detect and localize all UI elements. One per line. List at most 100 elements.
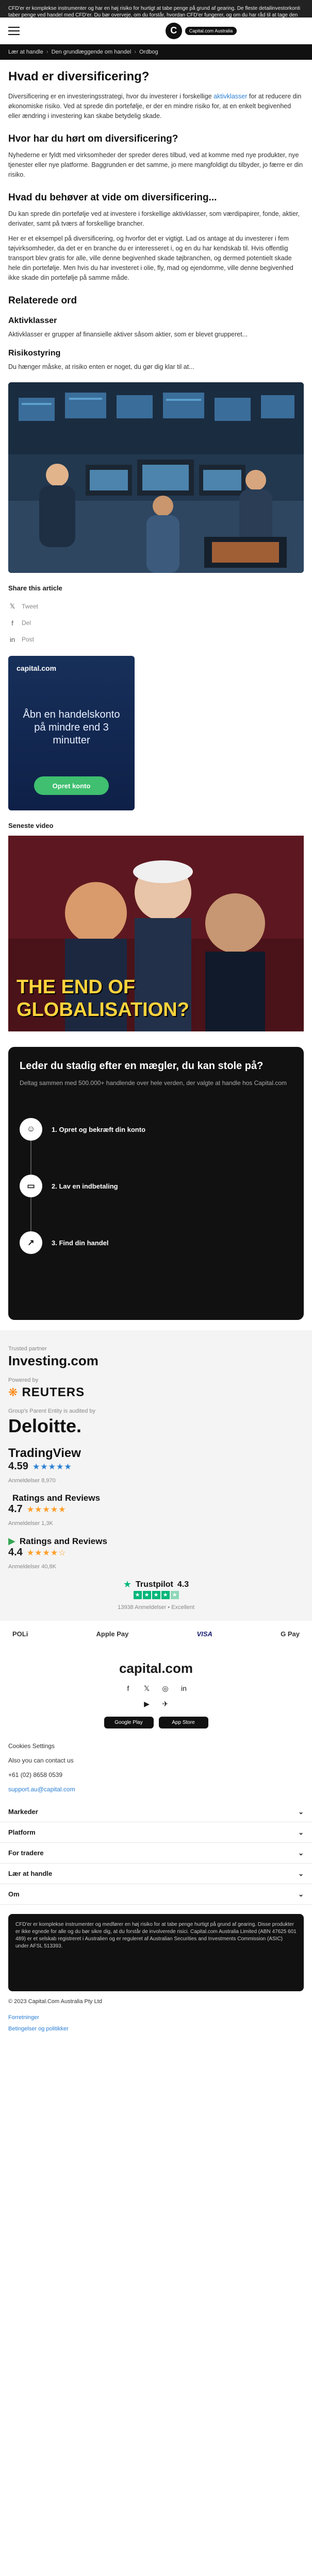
legal-link[interactable]: Betingelser og politikker (8, 2023, 304, 2035)
steps-title: Leder du stadig efter en mægler, du kan … (20, 1060, 264, 1072)
cookie-settings-link[interactable]: Cookies Settings (8, 1739, 304, 1753)
deloitte-logo: Deloitte. (8, 1415, 82, 1436)
chevron-right-icon: › (46, 49, 48, 55)
step-item: ▭ 2. Lav en indbetaling (20, 1158, 292, 1235)
accordion-platform[interactable]: Platform ⌄ (0, 1822, 312, 1843)
footer: capital.com f 𝕏 ◎ in ▶ ✈ Google Play App… (0, 1660, 312, 2045)
section-heading: Hvor har du hørt om diversificering? (8, 133, 178, 144)
linkedin-icon[interactable]: in (178, 1683, 190, 1694)
twitter-icon[interactable]: 𝕏 (141, 1683, 153, 1694)
related-term-text: Du hænger måske, at risiko enten er noge… (8, 363, 194, 370)
logo[interactable]: C Capital.com Australia (165, 22, 237, 39)
breadcrumb-item[interactable]: Ordbog (139, 49, 158, 55)
youtube-icon[interactable]: ▶ (141, 1698, 153, 1709)
footer-logo[interactable]: capital.com (0, 1660, 312, 1676)
audit-label: Group's Parent Entity is audited by (8, 1408, 96, 1414)
phone-link[interactable]: +61 (02) 8658 0539 (8, 1768, 304, 1782)
menu-icon[interactable] (8, 26, 20, 35)
social-links-row-2: ▶ ✈ (0, 1698, 312, 1709)
app-store-badges: Google Play App Store (0, 1717, 312, 1728)
instagram-icon[interactable]: ◎ (160, 1683, 171, 1694)
tradingview-score: 4.59 (8, 1461, 28, 1472)
signup-ad[interactable]: capital.com Åbn en handelskonto på mindr… (8, 656, 135, 810)
trading-floor-illustration (8, 382, 304, 573)
facebook-icon: f (11, 619, 13, 627)
page-title: Hvad er diversificering? (8, 70, 150, 83)
app-store-rating: Ratings and Reviews 4.7 ★★★★★ Anmeldelser… (8, 1493, 304, 1527)
chevron-down-icon: ⌄ (298, 1828, 304, 1836)
social-links: f 𝕏 ◎ in (0, 1683, 312, 1694)
chart-icon: ↗ (20, 1231, 42, 1254)
broker-steps-card: Leder du stadig efter en mægler, du kan … (8, 1047, 304, 1320)
google-count: Anmeldelser 40,8K (8, 1564, 56, 1570)
chevron-down-icon: ⌄ (298, 1869, 304, 1877)
asset-classes-link[interactable]: aktivklasser (214, 93, 247, 100)
legal-disclaimer: CFD'er er komplekse instrumenter og medf… (8, 1914, 304, 1991)
accordion-learn[interactable]: Lær at handle ⌄ (0, 1863, 312, 1884)
tradingview-logo: TradingView (8, 1446, 81, 1460)
apple-score: 4.7 (8, 1503, 23, 1515)
step-label: 3. Find din handel (52, 1239, 109, 1247)
star-rating-icon: ★★★★★ (26, 1505, 67, 1514)
share-linkedin[interactable]: in Post (8, 631, 304, 648)
legal-link[interactable]: Forretninger (8, 2012, 304, 2023)
trustpilot-star-icon: ★ (123, 1579, 132, 1589)
share-facebook[interactable]: f Del (8, 615, 304, 631)
apple-count: Anmeldelser 1,3K (8, 1520, 53, 1527)
powered-label: Powered by (8, 1377, 39, 1383)
step-label: 1. Opret og bekræft din konto (52, 1125, 146, 1133)
trustpilot-count: 13938 Anmeldelser • Excellent (118, 1604, 194, 1611)
apple-pay-logo: Apple Pay (96, 1630, 129, 1638)
google-play-rating: ▶ Ratings and Reviews 4.4 ★★★★☆ Anmeldelse… (8, 1536, 304, 1570)
accordion-traders[interactable]: For tradere ⌄ (0, 1843, 312, 1863)
star-rating-icon: ★★★★★ (32, 1462, 72, 1471)
reuters-logo: REUTERS (22, 1385, 85, 1399)
risk-warning-text: CFD'er er komplekse instrumenter og har … (8, 6, 301, 18)
intro-paragraph: Diversificering er en investeringsstrate… (8, 93, 302, 120)
risk-warning-bar: CFD'er er komplekse instrumenter og har … (0, 0, 312, 18)
wallet-icon: ▭ (20, 1175, 42, 1197)
copyright: © 2023 Capital.Com Australia Pty Ltd (8, 1998, 102, 2005)
breadcrumb: Lær at handle › Den grundlæggende om han… (0, 44, 312, 60)
related-term-title[interactable]: Aktivklasser (8, 316, 304, 326)
step-item: ↗ 3. Find din handel (20, 1214, 292, 1271)
step-connector (30, 1137, 31, 1178)
legal-links: Forretninger Betingelser og politikker (0, 2012, 312, 2045)
facebook-icon[interactable]: f (123, 1683, 134, 1694)
google-play-icon: ▶ (8, 1536, 15, 1546)
latest-video-thumbnail[interactable]: THE END OF GLOBALISATION? (8, 836, 304, 1031)
partner-label: Trusted partner (8, 1346, 47, 1352)
email-link[interactable]: support.au@capital.com (8, 1782, 304, 1797)
share-heading: Share this article (8, 584, 62, 592)
investing-logo: Investing.com (8, 1353, 98, 1368)
article: Hvad er diversificering? Diversificering… (0, 60, 312, 1031)
related-term-title[interactable]: Risikostyring (8, 349, 304, 358)
open-account-button[interactable]: Opret konto (34, 776, 109, 795)
step-connector (30, 1194, 31, 1235)
section-heading: Hvad du behøver at vide om diversificeri… (8, 192, 217, 203)
step-item: ☺ 1. Opret og bekræft din konto (20, 1101, 292, 1178)
breadcrumb-item[interactable]: Lær at handle (8, 49, 43, 55)
accordion-about[interactable]: Om ⌄ (0, 1884, 312, 1905)
reuters-icon: ❋ (8, 1386, 18, 1399)
google-score: 4.4 (8, 1547, 23, 1558)
chevron-down-icon: ⌄ (298, 1849, 304, 1857)
latest-video-heading: Seneste video (8, 822, 54, 829)
share-twitter[interactable]: 𝕏 Tweet (8, 598, 304, 615)
twitter-icon: 𝕏 (9, 602, 15, 610)
footer-contact: Cookies Settings Also you can contact us… (0, 1739, 312, 1797)
tradingview-rating: TradingView 4.59 ★★★★★ Anmeldelser 8,970 (8, 1446, 304, 1484)
tradingview-count: Anmeldelser 8,970 (8, 1478, 56, 1484)
telegram-icon[interactable]: ✈ (160, 1698, 171, 1709)
breadcrumb-item[interactable]: Den grundlæggende om handel (52, 49, 132, 55)
contact-label: Also you can contact us (8, 1757, 74, 1764)
google-play-badge[interactable]: Google Play (104, 1717, 154, 1728)
ad-text: Åbn en handelskonto på mindre end 3 minu… (23, 709, 120, 746)
steps-subtitle: Deltag sammen med 500.000+ handlende ove… (20, 1079, 287, 1087)
trustpilot-stars: ★ ★ ★ ★ ★ (133, 1590, 179, 1599)
app-store-badge[interactable]: App Store (158, 1717, 208, 1728)
trust-section: Trusted partner Investing.com Powered by… (0, 1330, 312, 1621)
paragraph: Du kan sprede din portefølje ved at inve… (8, 210, 300, 227)
accordion-markets[interactable]: Markeder ⌄ (0, 1802, 312, 1822)
chevron-right-icon: › (134, 49, 136, 55)
